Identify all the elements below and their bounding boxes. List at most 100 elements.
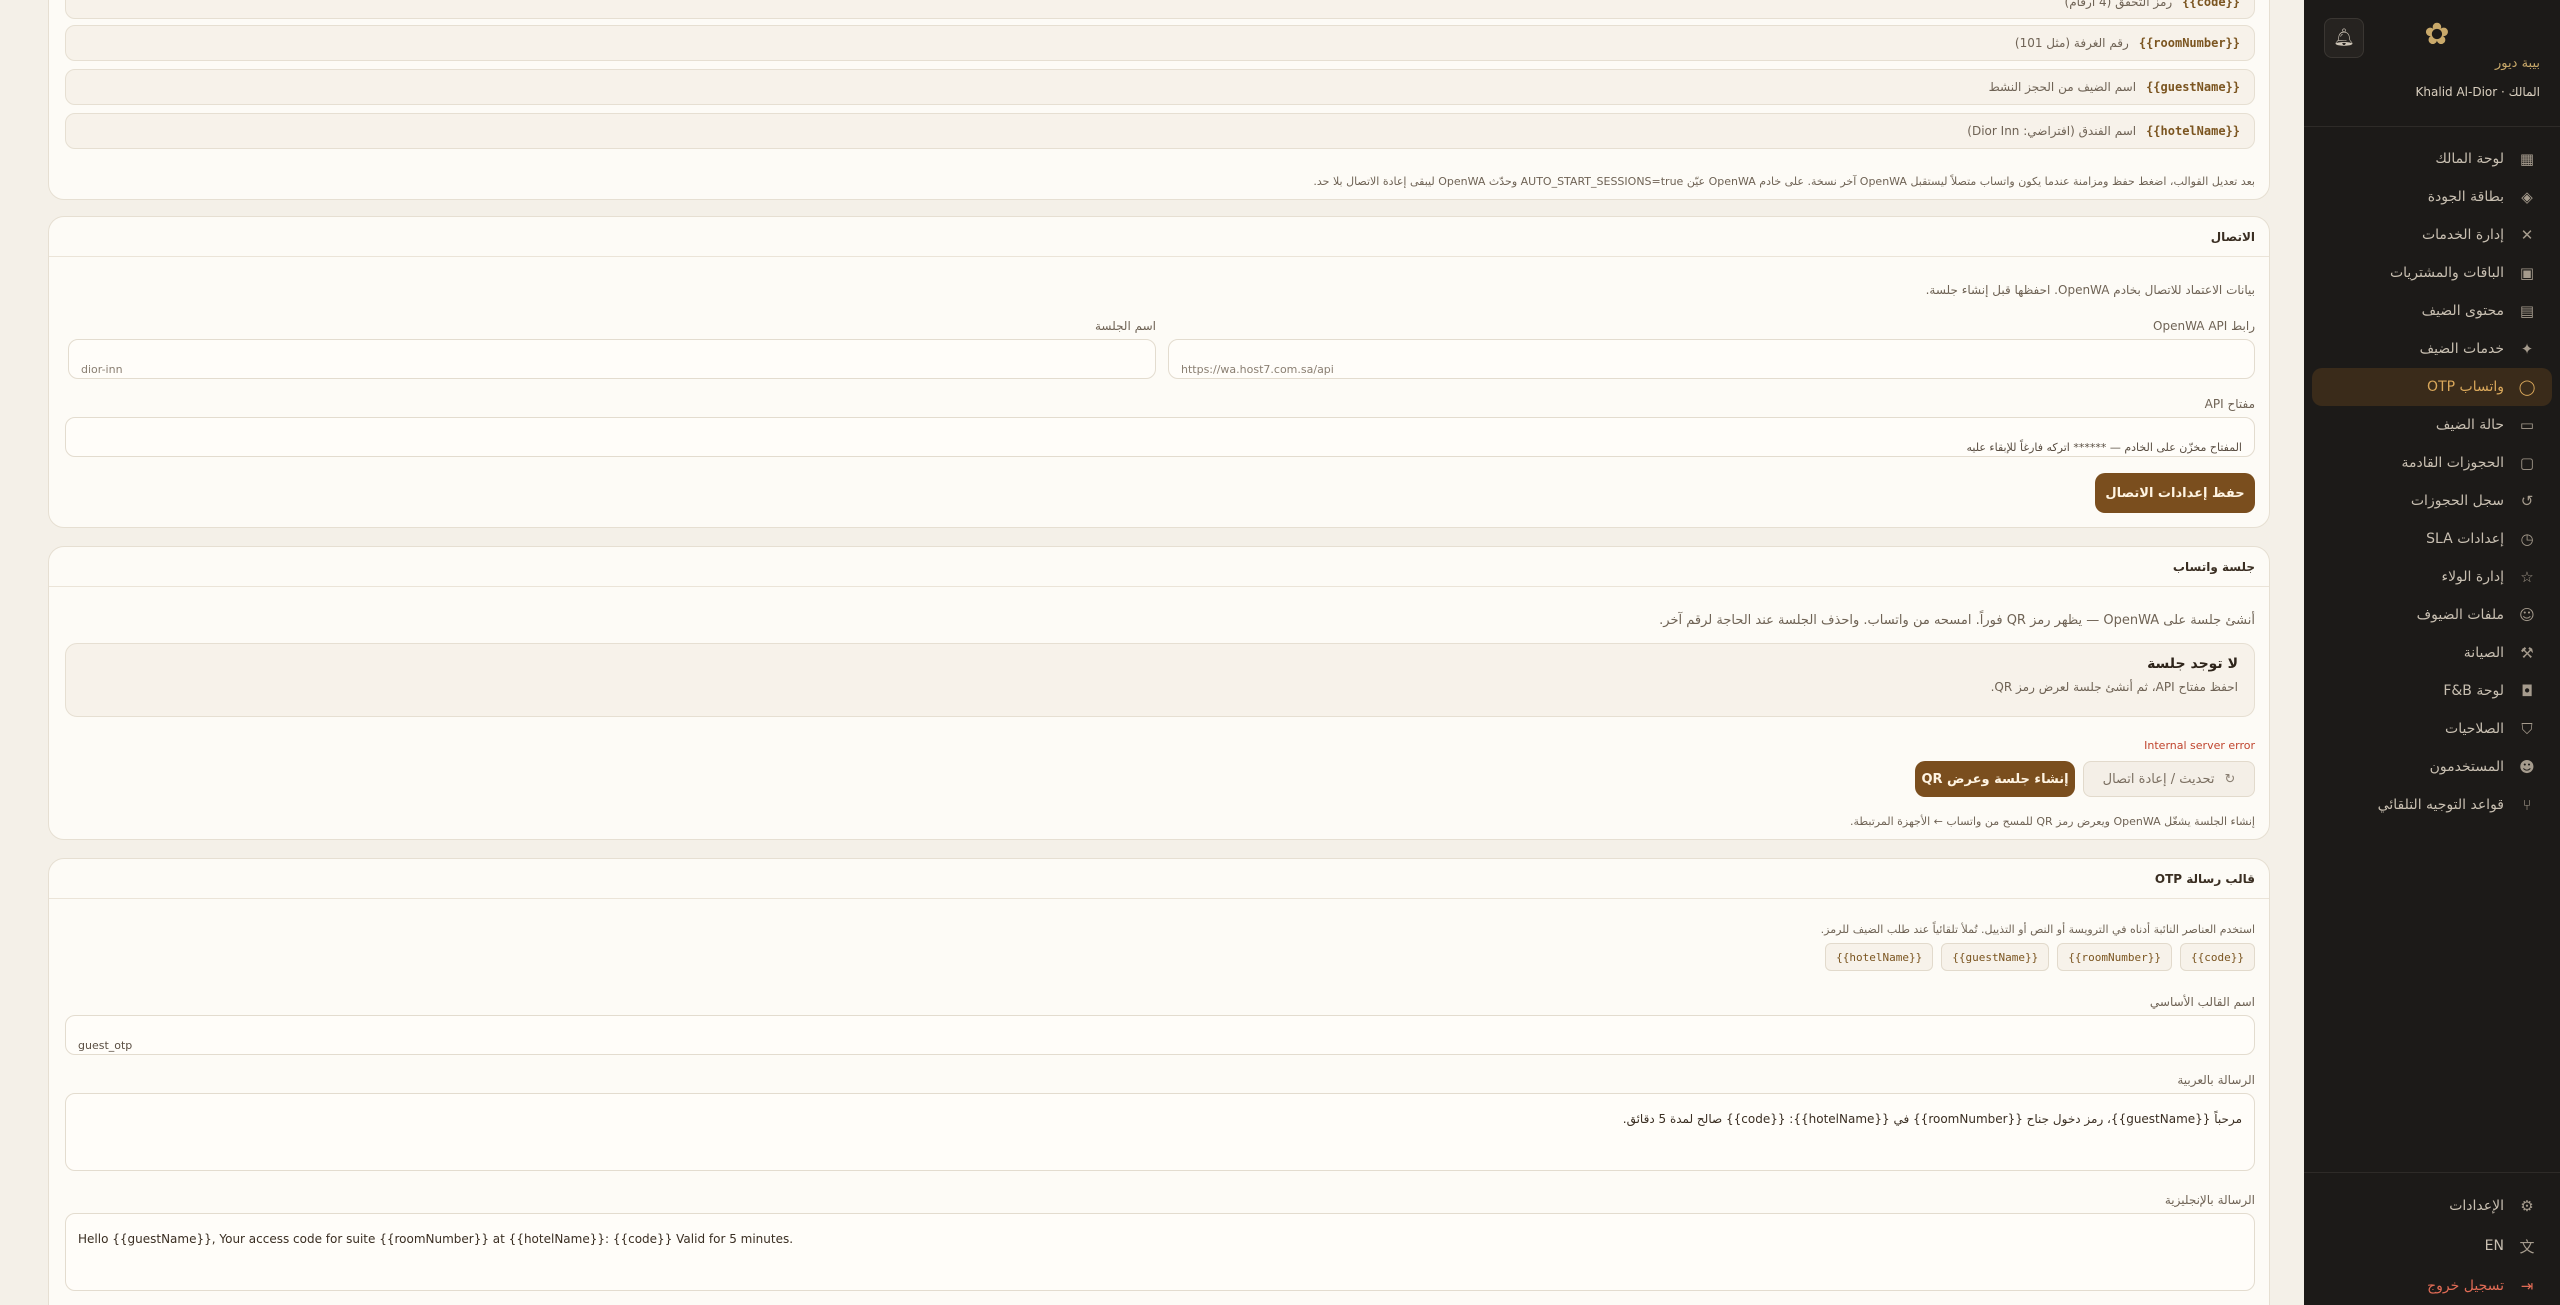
clock-icon: ◷ — [2520, 530, 2534, 548]
sidebar-item-users[interactable]: ☻ المستخدمون — [2312, 748, 2552, 786]
api-url-field-wrap: رابط OpenWA API https://wa.host7.com.sa/… — [1168, 319, 2255, 379]
logout-label: تسجيل خروج — [2427, 1278, 2504, 1294]
placeholder-row-guest: {{guestName}} اسم الضيف من الحجز النشط — [65, 69, 2255, 105]
sidebar-item-label: الحجوزات القادمة — [2401, 455, 2504, 471]
arabic-message-field-wrap: الرسالة بالعربية مرحباً {{guestName}}، ر… — [65, 1073, 2255, 1171]
sidebar-item-label: الصلاحيات — [2445, 721, 2504, 737]
template-name-input[interactable]: guest_otp — [65, 1015, 2255, 1055]
arabic-message-textarea[interactable]: مرحباً {{guestName}}، رمز دخول جناح {{ro… — [65, 1093, 2255, 1171]
sidebar-item-settings[interactable]: ⚙ الإعدادات — [2312, 1186, 2552, 1226]
sidebar-item-label: الصيانة — [2463, 645, 2504, 661]
session-error: Internal server error — [2144, 739, 2255, 752]
placeholder-chips: {{code}} {{roomNumber}} {{guestName}} {{… — [1817, 943, 2255, 971]
sidebar-item-label: الباقات والمشتريات — [2389, 265, 2504, 281]
sidebar-item-quality-card[interactable]: ◈ بطاقة الجودة — [2312, 178, 2552, 216]
sidebar-bottom-divider — [2304, 1172, 2560, 1173]
session-status-box: لا توجد جلسة احفظ مفتاح API، ثم أنشئ جلس… — [65, 643, 2255, 717]
sidebar-item-auto-routing[interactable]: ⑂ قواعد التوجيه التلقائي — [2312, 786, 2552, 824]
sidebar-item-permissions[interactable]: ⛉ الصلاحيات — [2312, 710, 2552, 748]
sidebar-item-guest-services[interactable]: ✦ خدمات الضيف — [2312, 330, 2552, 368]
sidebar-item-label: سجل الحجوزات — [2410, 493, 2504, 509]
brand-user: المالك · Khalid Al-Dior — [2415, 85, 2540, 99]
sidebar-item-fnb[interactable]: ◘ لوحة F&B — [2312, 672, 2552, 710]
sidebar-item-label: المستخدمون — [2429, 759, 2504, 775]
chip-room-number[interactable]: {{roomNumber}} — [2057, 943, 2173, 971]
create-session-button[interactable]: إنشاء جلسة وعرض QR — [1915, 761, 2075, 797]
api-key-field-wrap: مفتاح API المفتاح مخزّن على الخادم — ***… — [65, 397, 2255, 457]
brand: ✿ بيبة ديور المالك · Khalid Al-Dior — [2415, 17, 2540, 100]
placeholder-desc: اسم الضيف من الحجز النشط — [1988, 80, 2137, 94]
chip-hotel-name[interactable]: {{hotelName}} — [1825, 943, 1934, 971]
chat-icon: ◯ — [2518, 378, 2536, 396]
api-url-input[interactable]: https://wa.host7.com.sa/api — [1168, 339, 2255, 379]
sidebar: ✿ بيبة ديور المالك · Khalid Al-Dior 🔔︎ ▦… — [2304, 0, 2560, 1305]
api-key-value: المفتاح مخزّن على الخادم — ****** اتركه … — [1966, 441, 2243, 454]
session-card: جلسة واتساب أنشئ جلسة على OpenWA — يظهر … — [48, 546, 2270, 840]
translate-icon: 文 — [2519, 1237, 2535, 1256]
sidebar-item-label: ملفات الضيوف — [2416, 607, 2504, 623]
sidebar-item-owner-dashboard[interactable]: ▦ لوحة المالك — [2312, 140, 2552, 178]
brand-logo-icon: ✿ — [2424, 17, 2450, 52]
sidebar-item-booking-history[interactable]: ↺ سجل الحجوزات — [2312, 482, 2552, 520]
gear-icon: ⚙ — [2520, 1197, 2534, 1215]
arabic-message-label: الرسالة بالعربية — [2177, 1073, 2255, 1087]
sidebar-item-sla-settings[interactable]: ◷ إعدادات SLA — [2312, 520, 2552, 558]
english-message-label: الرسالة بالإنجليزية — [2164, 1193, 2255, 1207]
shield-icon: ⛉ — [2521, 720, 2533, 738]
sidebar-item-whatsapp-otp[interactable]: ◯ واتساب OTP — [2312, 368, 2552, 406]
gift-icon: ▣ — [2519, 264, 2535, 282]
session-title: جلسة واتساب — [49, 547, 2269, 587]
history-icon: ↺ — [2520, 492, 2534, 510]
sidebar-item-maintenance[interactable]: ⚒ الصيانة — [2312, 634, 2552, 672]
api-url-label: رابط OpenWA API — [2153, 319, 2255, 333]
connection-title: الاتصال — [49, 217, 2269, 257]
logout-button[interactable]: ⇥ تسجيل خروج — [2312, 1266, 2552, 1305]
sidebar-item-label: بطاقة الجودة — [2427, 189, 2504, 205]
sidebar-item-services-admin[interactable]: ✕ إدارة الخدمات — [2312, 216, 2552, 254]
api-key-input[interactable]: المفتاح مخزّن على الخادم — ****** اتركه … — [65, 417, 2255, 457]
sidebar-item-guest-status[interactable]: ▭ حالة الضيف — [2312, 406, 2552, 444]
placeholder-row-room: {{roomNumber}} رقم الغرفة (مثل 101) — [65, 25, 2255, 61]
route-icon: ⑂ — [2522, 796, 2532, 814]
placeholder-desc: رمز التحقق (4 أرقام) — [2064, 0, 2173, 9]
user-group-icon: ☻ — [2519, 758, 2535, 776]
session-name-field-wrap: اسم الجلسة dior-inn — [68, 319, 1156, 379]
templates-footnote: بعد تعديل القوالب، اضغط حفظ ومزامنة عندم… — [1313, 175, 2255, 188]
sidebar-item-label: إعدادات SLA — [2426, 531, 2504, 547]
sidebar-item-guest-content[interactable]: ▤ محتوى الضيف — [2312, 292, 2552, 330]
template-name-field-wrap: اسم القالب الأساسي guest_otp — [65, 995, 2255, 1055]
session-description: أنشئ جلسة على OpenWA — يظهر رمز QR فوراً… — [1659, 613, 2255, 628]
sparkle-icon: ✦ — [2520, 340, 2534, 358]
grid-icon: ▦ — [2519, 150, 2535, 168]
placeholder-code: {{roomNumber}} — [2138, 36, 2240, 50]
template-name-label: اسم القالب الأساسي — [2149, 995, 2255, 1009]
chip-guest-name[interactable]: {{guestName}} — [1941, 943, 2050, 971]
sidebar-item-packages[interactable]: ▣ الباقات والمشتريات — [2312, 254, 2552, 292]
notifications-bell-icon[interactable]: 🔔︎ — [2324, 18, 2364, 58]
sidebar-item-upcoming-bookings[interactable]: ▢ الحجوزات القادمة — [2312, 444, 2552, 482]
wrench-icon: ⚒ — [2520, 644, 2534, 662]
chip-code[interactable]: {{code}} — [2180, 943, 2255, 971]
session-status-desc: احفظ مفتاح API، ثم أنشئ جلسة لعرض رمز QR… — [1990, 680, 2238, 694]
refresh-label: تحديث / إعادة اتصال — [2102, 771, 2215, 787]
sidebar-item-label: واتساب OTP — [2427, 379, 2504, 395]
sidebar-item-label: إدارة الولاء — [2441, 569, 2504, 585]
sidebar-item-label: خدمات الضيف — [2419, 341, 2504, 357]
sidebar-item-loyalty[interactable]: ☆ إدارة الولاء — [2312, 558, 2552, 596]
placeholder-code: {{hotelName}} — [2146, 124, 2240, 138]
refresh-reconnect-button[interactable]: ↻ تحديث / إعادة اتصال — [2083, 761, 2255, 797]
placeholder-desc: رقم الغرفة (مثل 101) — [2014, 36, 2129, 50]
placeholder-desc: اسم الفندق (افتراضي: Dior Inn) — [1967, 124, 2137, 138]
users-icon: ☺ — [2519, 606, 2535, 624]
english-message-textarea[interactable]: Hello {{guestName}}, Your access code fo… — [65, 1213, 2255, 1291]
otp-template-card: قالب رسالة OTP استخدم العناصر النائبة أد… — [48, 858, 2270, 1305]
save-connection-button[interactable]: حفظ إعدادات الاتصال — [2095, 473, 2255, 513]
api-url-value: https://wa.host7.com.sa/api — [1181, 363, 1334, 376]
sidebar-item-guest-profiles[interactable]: ☺ ملفات الضيوف — [2312, 596, 2552, 634]
language-toggle[interactable]: 文 EN — [2312, 1226, 2552, 1266]
session-name-input[interactable]: dior-inn — [68, 339, 1156, 379]
placeholder-row-hotel: {{hotelName}} اسم الفندق (افتراضي: Dior … — [65, 113, 2255, 149]
star-icon: ☆ — [2520, 568, 2534, 586]
sidebar-item-label: محتوى الضيف — [2421, 303, 2504, 319]
badge-icon: ◈ — [2521, 188, 2533, 206]
